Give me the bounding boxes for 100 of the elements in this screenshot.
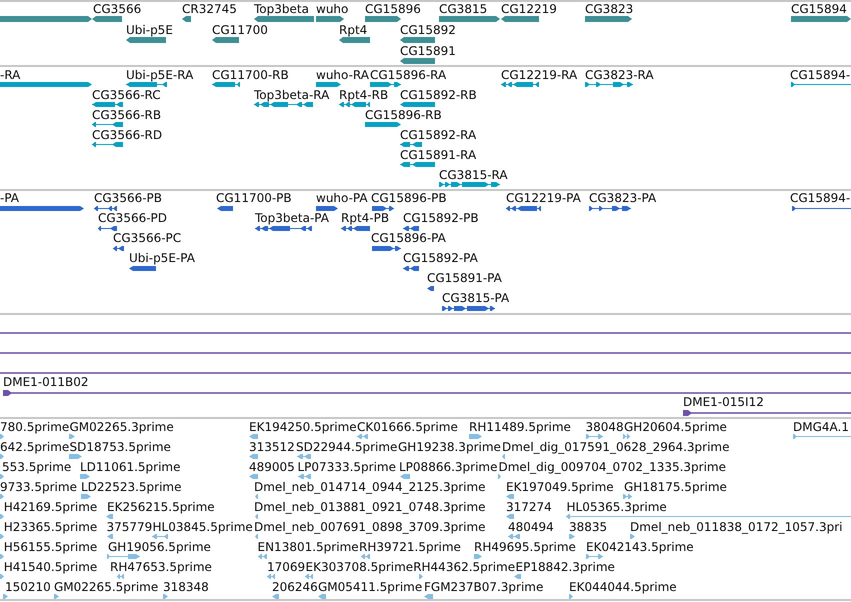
est-label: EP18842.3prime: [516, 560, 615, 574]
gene-label: CG15892: [400, 22, 456, 37]
est-label: 553.5prime: [2, 460, 72, 474]
protein-label: CG15892-PA: [403, 251, 478, 266]
protein-label: CG15891-PA: [427, 271, 502, 286]
est-label: Dmel_neb_013881_0921_0748.3prime: [254, 500, 486, 514]
protein-label: CG3566-PD: [98, 211, 168, 226]
transcript-label: CG3566-RC: [92, 88, 161, 102]
gene-label: CG15896: [365, 2, 421, 16]
est-label: EK194250.5prime: [249, 420, 357, 434]
est-label: H41540.5prime: [4, 560, 98, 574]
transcript-label: CG3823-RA: [585, 68, 654, 82]
est-label: LD22523.5prime: [81, 480, 182, 494]
est-label: GM02265.5prime: [54, 580, 158, 594]
transcript-label: Rpt4-RB: [339, 88, 388, 102]
protein-label: CG15892-PB: [403, 211, 479, 226]
est-label: RH49695.5prime: [474, 540, 576, 554]
transcript-label: CG15892-RB: [400, 88, 477, 102]
protein-label: CG3823-PA: [589, 191, 656, 206]
est-label: 38835: [569, 520, 608, 534]
protein-label: -PA: [0, 191, 20, 206]
transcript-label: CG15894-: [790, 68, 850, 82]
est-label: 313512: [249, 440, 295, 454]
transcript-label: CG15892-RA: [400, 128, 476, 142]
gene-label: CR32745: [182, 2, 237, 16]
est-label: Dmel_dig_009704_0702_1335.3prime: [498, 460, 726, 474]
protein-label: CG3815-PA: [442, 291, 510, 306]
est-label: 375779: [106, 520, 152, 534]
est-label: LD11061.5prime: [80, 460, 181, 474]
est-label: 17069: [267, 560, 306, 574]
protein-label: CG15896-PA: [371, 231, 446, 246]
est-label: LP07333.5prime: [298, 460, 396, 474]
protein-label: Rpt4-PB: [341, 211, 390, 226]
protein-label: wuho-PA: [316, 191, 368, 206]
est-label: GM02265.3prime: [70, 420, 174, 434]
gene-label: CG3566: [93, 2, 142, 16]
gene-label: Ubi-p5E: [126, 22, 173, 37]
gene-label: CG3815: [439, 2, 488, 16]
protein-label: CG3566-PB: [94, 191, 162, 206]
est-label: GH20604.5prime: [624, 420, 727, 434]
est-label: 318348: [163, 580, 209, 594]
transcript-label: Top3beta-RA: [254, 88, 330, 102]
est-label: EK256215.5prime: [107, 500, 215, 514]
protein-label: CG11700-PB: [216, 191, 292, 206]
est-label: EK197049.5prime: [506, 480, 614, 494]
est-label: FGM237B07.3prime: [424, 580, 544, 594]
protein-label: Top3beta-PA: [255, 211, 329, 226]
est-label: Dmel_dig_017591_0628_2964.3prime: [502, 440, 730, 454]
est-label: 480494: [508, 520, 554, 534]
transcript-label: CG3566-RB: [92, 108, 162, 122]
est-label: SD22944.5prime: [296, 440, 398, 454]
est-label: H56155.5prime: [4, 540, 98, 554]
est-label: SD18753.5prime: [70, 440, 171, 454]
protein-label: Ubi-p5E-PA: [129, 251, 195, 266]
protein-label: CG15896-PB: [371, 191, 447, 206]
est-label: DMG4A.1: [793, 420, 849, 434]
gene-label: Top3beta: [254, 2, 309, 16]
est-label: LP08866.3prime: [399, 460, 498, 474]
protein-label: CG15894-: [790, 191, 850, 206]
gene-label: CG3823: [585, 2, 634, 16]
gene-label: wuho: [316, 2, 348, 16]
est-label: RH47653.5prime: [110, 560, 212, 574]
est-label: EK303708.5prime: [306, 560, 414, 574]
est-label: 206246: [272, 580, 318, 594]
est-label: 38048: [586, 420, 624, 434]
est-label: GH18175.5prime: [624, 480, 727, 494]
clone-label: DME1-015I12: [683, 394, 764, 408]
gene-label: CG15891: [400, 44, 456, 58]
transcript-label: CG3566-RD: [92, 128, 162, 142]
est-label: RH11489.5prime: [469, 420, 571, 434]
est-label: Dmel_neb_011838_0172_1057.3pri: [630, 520, 842, 534]
gene-label: Rpt4: [339, 22, 368, 37]
transcript-label: CG12219-RA: [501, 68, 578, 82]
est-label: GH19056.5prime: [108, 540, 211, 554]
est-label: 9733.5prime: [0, 480, 77, 494]
est-label: H23365.5prime: [4, 520, 98, 534]
est-label: Dmel_neb_007691_0898_3709.3prime: [254, 520, 486, 534]
gene-label: CG11700: [212, 22, 268, 37]
transcript-label: CG15896-RB: [365, 108, 442, 122]
est-label: CK01666.5prime: [357, 420, 458, 434]
est-label: Dmel_neb_014714_0944_2125.3prime: [254, 480, 486, 494]
est-label: HL05365.3prime: [566, 500, 667, 514]
transcript-label: -RA: [0, 68, 20, 82]
est-label: 642.5prime: [0, 440, 70, 454]
transcript-label: CG3815-RA: [439, 168, 508, 182]
est-label: 780.5prime: [0, 420, 70, 434]
transcript-label: wuho-RA: [316, 68, 369, 82]
est-label: 150210: [5, 580, 51, 594]
est-label: EK044044.5prime: [569, 580, 677, 594]
transcript-label: Ubi-p5E-RA: [126, 68, 194, 82]
est-label: RH44362.5prime: [413, 560, 516, 574]
est-label: EN13801.5prime: [258, 540, 359, 554]
transcript-label: CG15891-RA: [400, 148, 476, 162]
clone-label: DME1-011B02: [3, 374, 89, 389]
est-label: EK042143.5prime: [586, 540, 694, 554]
est-label: 317274: [506, 500, 552, 514]
protein-label: CG3566-PC: [113, 231, 182, 246]
est-label: GH19238.3prime: [398, 440, 501, 454]
est-label: HL03845.5prime: [152, 520, 253, 534]
gene-label: CG12219: [501, 2, 557, 16]
